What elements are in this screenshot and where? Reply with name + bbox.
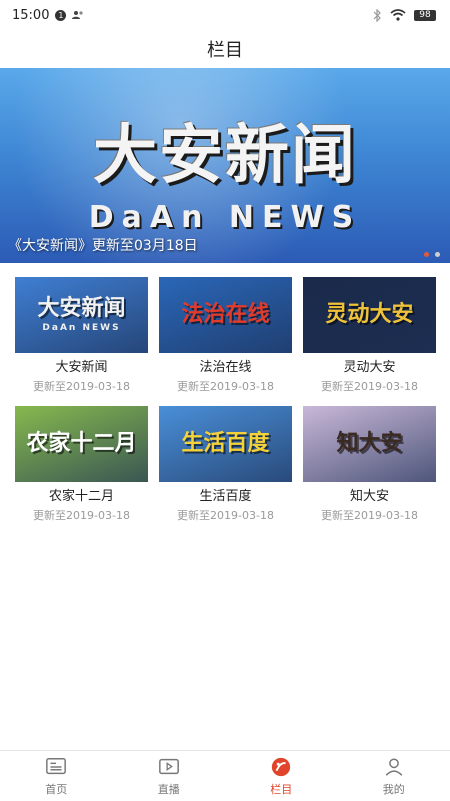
battery-indicator: 98 <box>414 10 436 21</box>
thumbnail-art: 大安新闻 DaAn NEWS <box>37 298 125 333</box>
page-title: 栏目 <box>207 36 243 62</box>
program-update-date: 更新至2019-03-18 <box>33 378 130 394</box>
program-card[interactable]: 农家十二月农家十二月更新至2019-03-18 <box>15 406 148 523</box>
program-thumbnail[interactable]: 大安新闻 DaAn NEWS <box>15 277 148 353</box>
thumbnail-art: 知大安 <box>336 433 402 455</box>
banner-dot[interactable] <box>424 252 429 257</box>
banner-dot[interactable] <box>435 252 440 257</box>
news-icon <box>45 756 67 778</box>
program-update-date: 更新至2019-03-18 <box>177 507 274 523</box>
program-card[interactable]: 法治在线法治在线更新至2019-03-18 <box>159 277 292 394</box>
program-update-date: 更新至2019-03-18 <box>321 507 418 523</box>
live-icon <box>158 756 180 778</box>
wifi-icon <box>390 9 406 21</box>
status-right: 98 <box>373 9 436 22</box>
program-update-date: 更新至2019-03-18 <box>321 378 418 394</box>
program-thumbnail[interactable]: 生活百度 <box>159 406 292 482</box>
banner-caption: 《大安新闻》更新至03月18日 <box>8 235 198 255</box>
bottom-tab-bar: 首页 直播 栏目 我的 <box>0 750 450 801</box>
tab-profile[interactable]: 我的 <box>338 751 450 801</box>
program-list-section: 大安新闻DaAn NEWS大安新闻更新至2019-03-18法治在线法治在线更新… <box>0 263 450 750</box>
thumbnail-title-art: 知大安 <box>336 433 402 455</box>
notification-count-badge: 1 <box>55 10 66 21</box>
thumbnail-art: 法治在线 <box>181 304 269 326</box>
column-icon <box>270 756 292 778</box>
banner-pagination <box>424 252 440 257</box>
people-icon <box>72 10 84 20</box>
thumbnail-art: 灵动大安 <box>325 304 413 326</box>
program-update-date: 更新至2019-03-18 <box>33 507 130 523</box>
tab-label: 首页 <box>45 781 67 797</box>
program-thumbnail[interactable]: 法治在线 <box>159 277 292 353</box>
tab-label: 直播 <box>158 781 180 797</box>
page-header: 栏目 <box>0 30 450 69</box>
status-left: 15:00 1 <box>12 8 84 23</box>
program-grid: 大安新闻DaAn NEWS大安新闻更新至2019-03-18法治在线法治在线更新… <box>15 277 435 523</box>
status-time: 15:00 <box>12 8 49 23</box>
thumbnail-title-art: 大安新闻 <box>37 298 125 320</box>
tab-news[interactable]: 首页 <box>0 751 113 801</box>
banner-title-art: 大安新闻 <box>0 104 450 196</box>
thumbnail-title-art: 法治在线 <box>181 304 269 326</box>
program-name: 灵动大安 <box>343 356 395 375</box>
thumbnail-title-art: 生活百度 <box>181 433 269 455</box>
program-name: 生活百度 <box>199 485 251 504</box>
banner-carousel[interactable]: 大安新闻 DaAn NEWS 《大安新闻》更新至03月18日 <box>0 68 450 263</box>
program-name: 农家十二月 <box>49 485 114 504</box>
thumbnail-title-art: 农家十二月 <box>26 433 136 455</box>
program-name: 法治在线 <box>199 356 251 375</box>
program-name: 大安新闻 <box>55 356 107 375</box>
thumbnail-subtitle-art: DaAn NEWS <box>37 323 125 333</box>
program-card[interactable]: 灵动大安灵动大安更新至2019-03-18 <box>303 277 436 394</box>
tab-live[interactable]: 直播 <box>113 751 226 801</box>
program-thumbnail[interactable]: 知大安 <box>303 406 436 482</box>
thumbnail-art: 农家十二月 <box>26 433 136 455</box>
profile-icon <box>383 756 405 778</box>
bluetooth-icon <box>373 9 382 22</box>
program-card[interactable]: 知大安知大安更新至2019-03-18 <box>303 406 436 523</box>
thumbnail-art: 生活百度 <box>181 433 269 455</box>
program-thumbnail[interactable]: 农家十二月 <box>15 406 148 482</box>
status-bar: 15:00 1 98 <box>0 0 450 30</box>
program-card[interactable]: 生活百度生活百度更新至2019-03-18 <box>159 406 292 523</box>
program-card[interactable]: 大安新闻 DaAn NEWS 大安新闻更新至2019-03-18 <box>15 277 148 394</box>
program-update-date: 更新至2019-03-18 <box>177 378 274 394</box>
banner-subtitle-art: DaAn NEWS <box>0 200 450 235</box>
tab-column[interactable]: 栏目 <box>225 751 338 801</box>
program-name: 知大安 <box>350 485 389 504</box>
tab-label: 栏目 <box>270 781 292 797</box>
thumbnail-title-art: 灵动大安 <box>325 304 413 326</box>
tab-label: 我的 <box>383 781 405 797</box>
program-thumbnail[interactable]: 灵动大安 <box>303 277 436 353</box>
